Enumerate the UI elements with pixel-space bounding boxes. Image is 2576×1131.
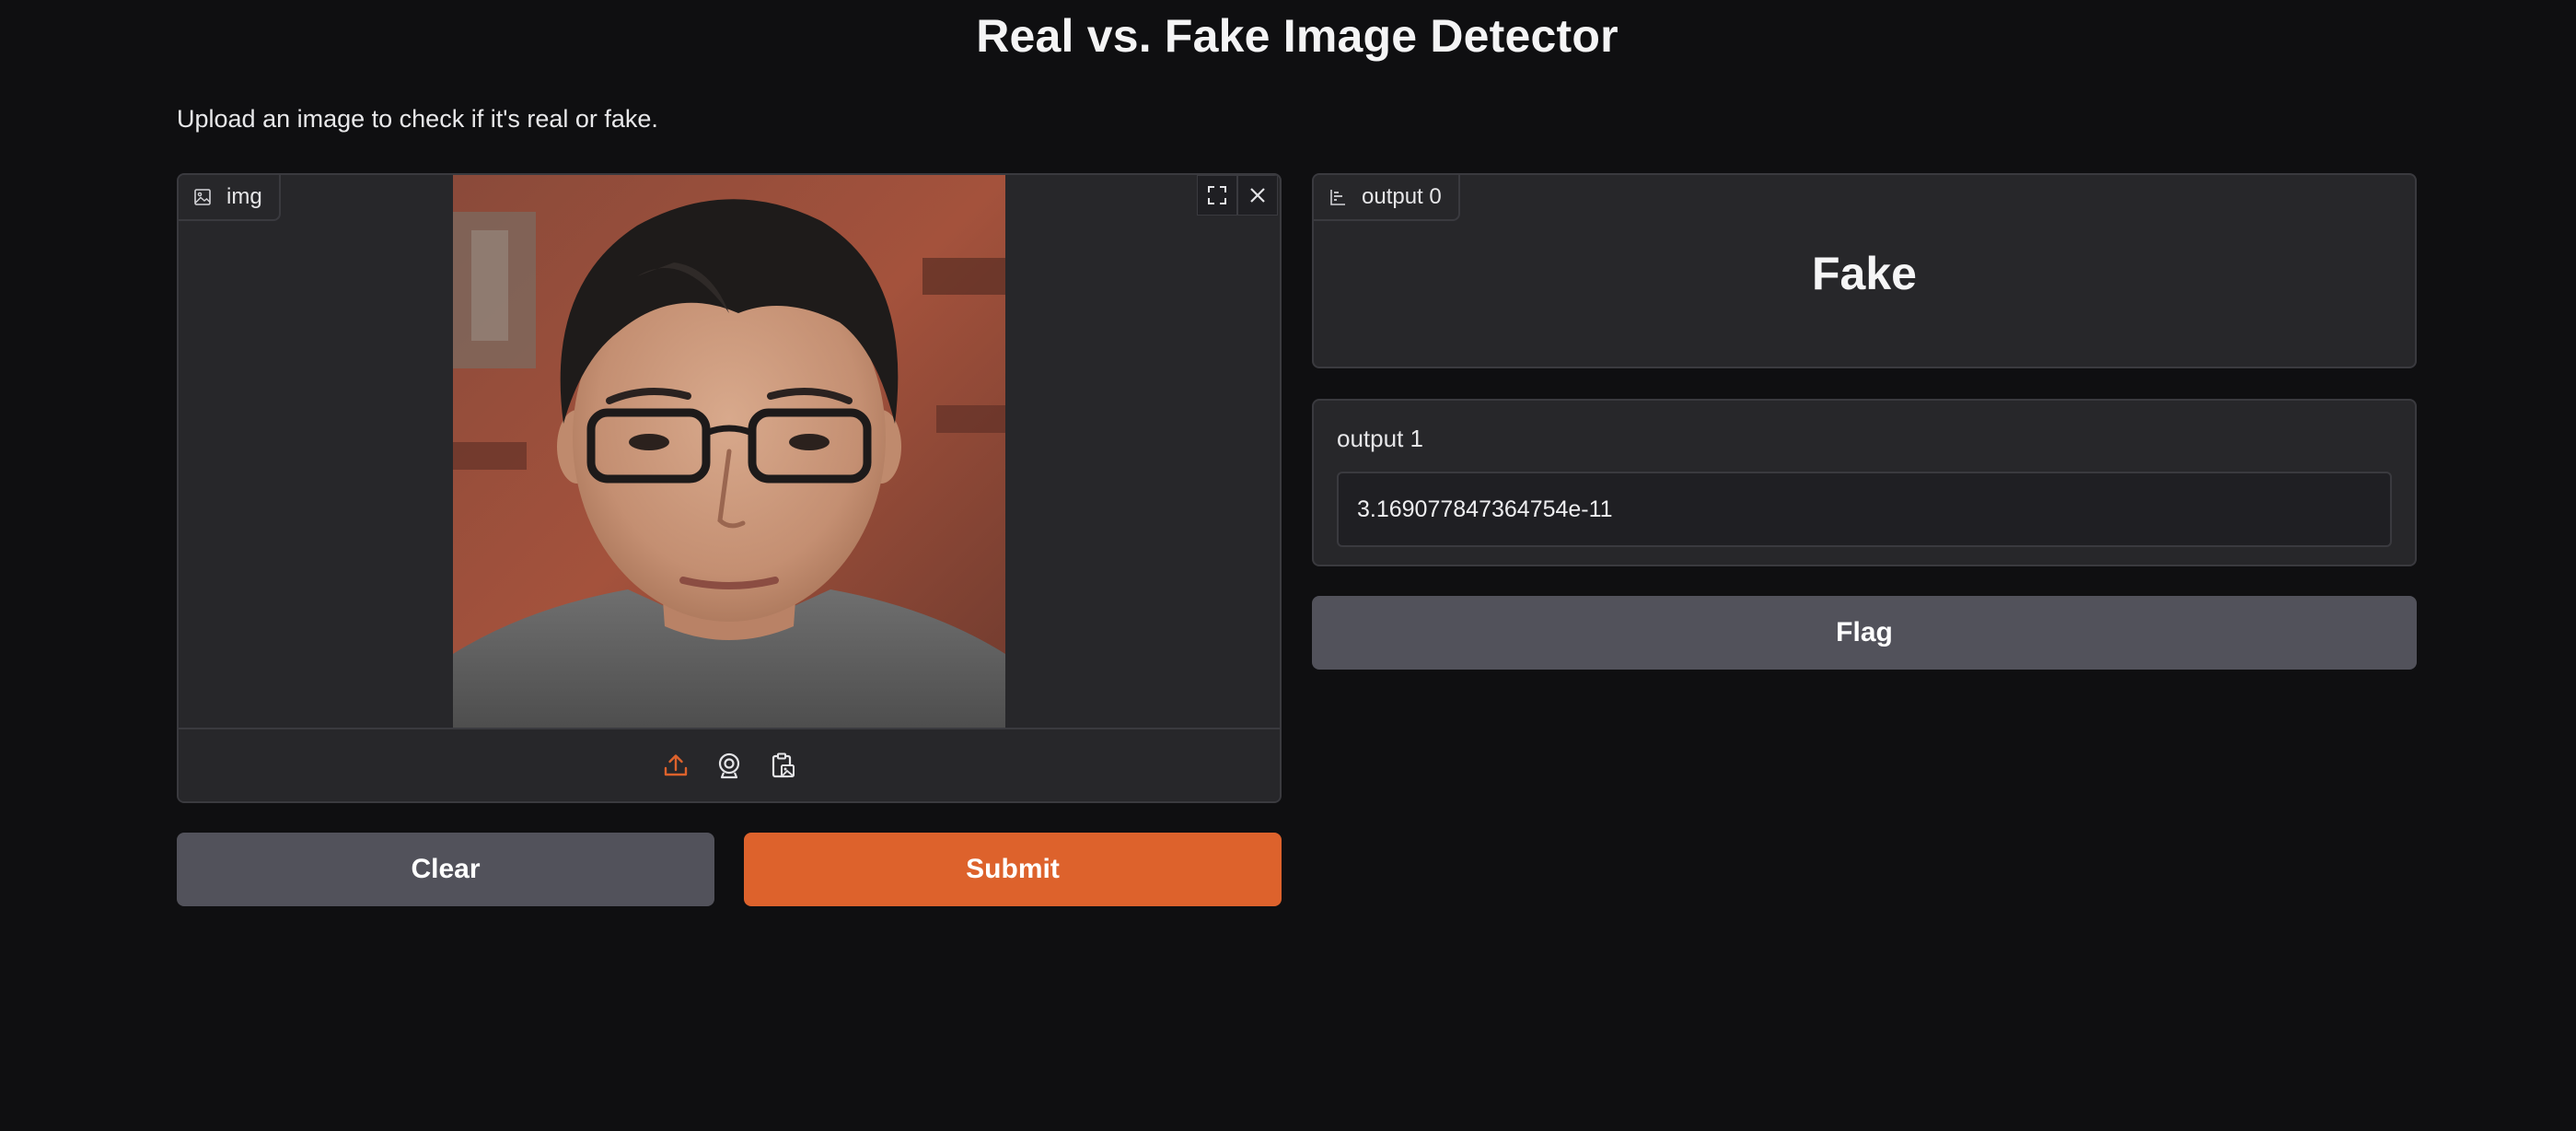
bar-chart-icon [1329,188,1347,206]
output-0-label-text: output 0 [1362,184,1442,209]
image-top-actions [1197,175,1278,216]
page-title: Real vs. Fake Image Detector [976,10,1619,62]
image-input-label-text: img [226,184,262,209]
output-0-label: output 0 [1314,175,1460,221]
submit-button[interactable]: Submit [744,833,1282,906]
output-1-label: output 1 [1337,425,1423,452]
upload-icon[interactable] [659,749,692,782]
image-preview-area [179,175,1280,728]
uploaded-face-photo [453,175,1005,728]
flag-button[interactable]: Flag [1312,596,2417,670]
image-input-label: img [179,175,281,221]
webcam-icon[interactable] [713,749,746,782]
image-input-panel[interactable]: img [177,173,1282,803]
prediction-label: Fake [1812,248,1917,299]
image-icon [193,188,212,206]
fullscreen-icon[interactable] [1197,175,1237,216]
output-1-textbox[interactable]: 3.169077847364754e-11 [1337,472,2392,547]
image-source-bar [179,728,1280,801]
output-text-panel: output 1 3.169077847364754e-11 [1312,399,2417,566]
clear-button[interactable]: Clear [177,833,714,906]
clipboard-icon[interactable] [766,749,799,782]
output-label-panel: output 0 Fake [1312,173,2417,368]
close-icon[interactable] [1237,175,1278,216]
page-description: Upload an image to check if it's real or… [177,105,658,133]
